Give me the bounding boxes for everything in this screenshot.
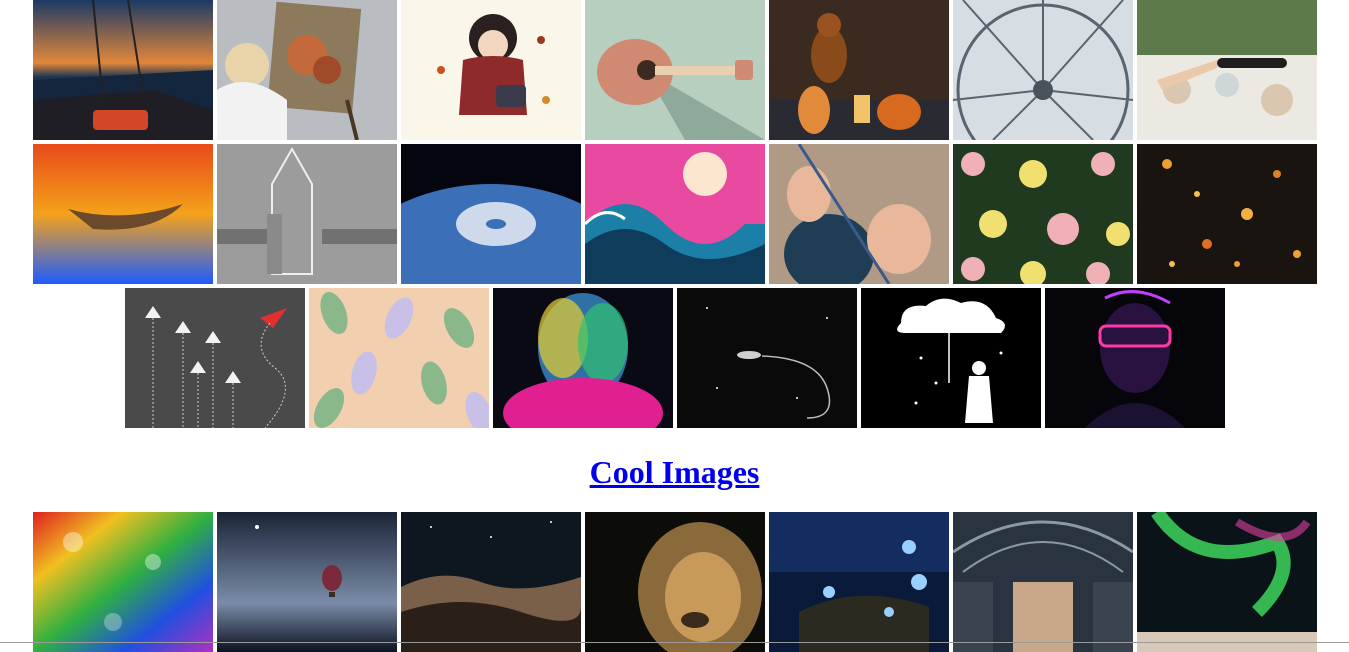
great-wave-illustration-image[interactable] xyxy=(585,144,765,284)
guitar-illustration-image[interactable] xyxy=(585,0,765,140)
section-heading: Cool Images xyxy=(0,449,1349,495)
girl-illustration-image[interactable] xyxy=(401,0,581,140)
image-row-1 xyxy=(0,0,1349,140)
cloud-umbrella-illustration-image[interactable] xyxy=(861,288,1041,428)
rainbow-glitter-image[interactable] xyxy=(33,512,213,652)
astronaut-tether-image[interactable] xyxy=(677,288,857,428)
neon-rainbow-face-image[interactable] xyxy=(493,288,673,428)
knitting-hands-image[interactable] xyxy=(769,144,949,284)
ferris-wheel-image[interactable] xyxy=(953,0,1133,140)
neon-glasses-portrait-image[interactable] xyxy=(1045,288,1225,428)
hot-air-balloon-night-image[interactable] xyxy=(217,512,397,652)
paper-planes-image[interactable] xyxy=(125,288,305,428)
earth-hurricane-image[interactable] xyxy=(401,144,581,284)
sailboat-sunset-image[interactable] xyxy=(33,0,213,140)
mountains-starry-sky-image[interactable] xyxy=(401,512,581,652)
image-row-4 xyxy=(0,512,1349,652)
cool-images-link[interactable]: Cool Images xyxy=(590,454,760,490)
boat-on-golden-water-image[interactable] xyxy=(33,144,213,284)
rocket-chalk-drawing-image[interactable] xyxy=(217,144,397,284)
lion-portrait-image[interactable] xyxy=(585,512,765,652)
wine-pouring-dinner-image[interactable] xyxy=(1137,0,1317,140)
glowing-butterflies-image[interactable] xyxy=(769,512,949,652)
leaf-pattern-image[interactable] xyxy=(309,288,489,428)
image-row-2 xyxy=(0,144,1349,284)
sparklers-bokeh-image[interactable] xyxy=(1137,144,1317,284)
floral-pattern-image[interactable] xyxy=(953,144,1133,284)
aurora-borealis-image[interactable] xyxy=(1137,512,1317,652)
museum-hall-image[interactable] xyxy=(953,512,1133,652)
dog-pumpkins-image[interactable] xyxy=(769,0,949,140)
image-row-3 xyxy=(0,288,1349,428)
woman-painting-easel-image[interactable] xyxy=(217,0,397,140)
